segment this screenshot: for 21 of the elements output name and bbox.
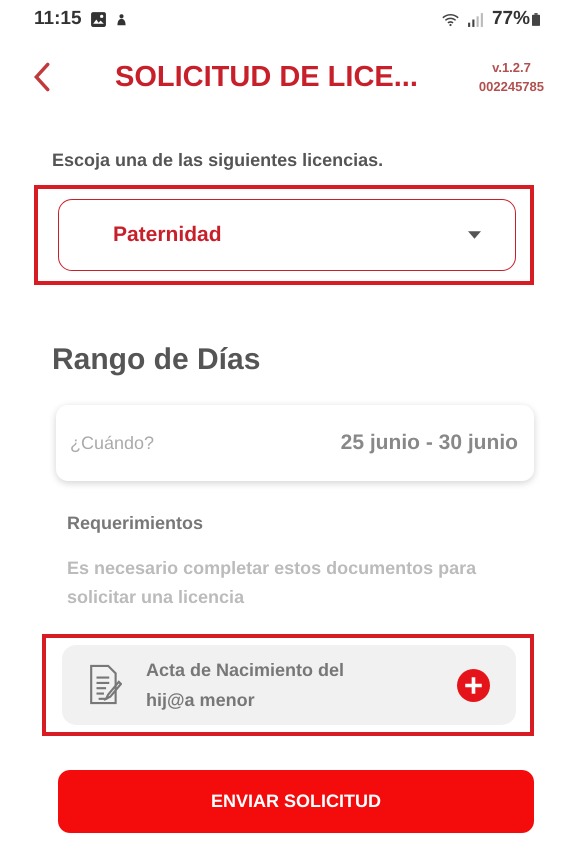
document-item[interactable]: Acta de Nacimiento del hij@a menor bbox=[62, 645, 516, 725]
section-heading: Rango de Días bbox=[52, 343, 262, 377]
signal-icon bbox=[466, 10, 484, 28]
version-label: v.1.2.7 bbox=[492, 60, 531, 75]
requirements-heading: Requerimientos bbox=[67, 513, 204, 534]
document-name: Acta de Nacimiento del hij@a menor bbox=[146, 659, 346, 712]
instruction-text: Escoja una de las siguientes licencias. bbox=[52, 150, 384, 171]
date-range-field[interactable]: ¿Cuándo? 25 junio - 30 junio bbox=[56, 405, 534, 481]
battery-level: 77% bbox=[492, 8, 530, 30]
submit-button[interactable]: ENVIAR SOLICITUD bbox=[58, 770, 534, 833]
screen-title: SOLICITUD DE LICE... bbox=[114, 60, 419, 94]
user-code: 002245785 bbox=[478, 79, 544, 94]
image-icon bbox=[90, 10, 107, 28]
caret-icon bbox=[468, 231, 481, 239]
battery-icon bbox=[532, 12, 540, 26]
requirements-note: Es necesario completar estos documentos para solicitar una licencia bbox=[67, 557, 478, 609]
person-icon bbox=[114, 12, 128, 26]
clock-time: 11:15 bbox=[34, 8, 82, 30]
license-dropdown[interactable]: Paternidad bbox=[58, 199, 516, 271]
plus-icon[interactable] bbox=[457, 668, 490, 702]
document-pen-icon bbox=[88, 663, 122, 707]
